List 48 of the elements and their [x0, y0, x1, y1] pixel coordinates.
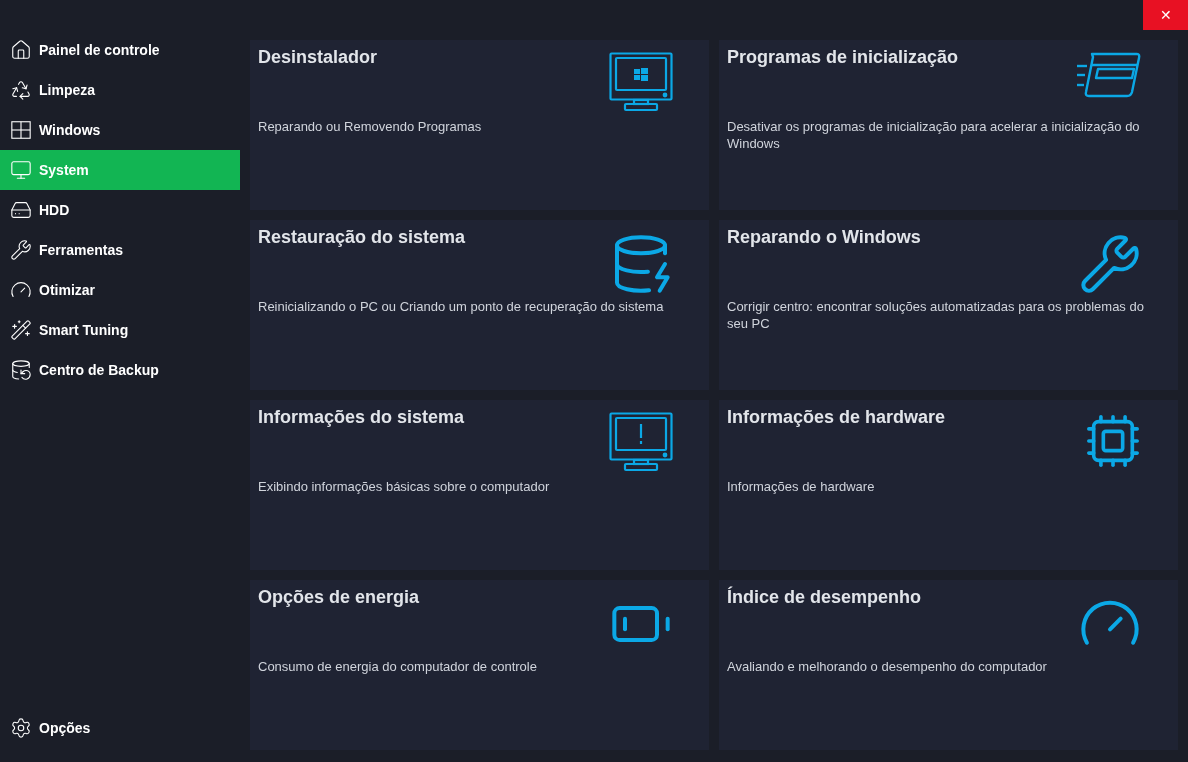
card-description: Exibindo informações básicas sobre o computador	[258, 478, 551, 495]
sidebar-item[interactable]: Ferramentas	[0, 230, 240, 270]
tool-card[interactable]: Restauração do sistema Reinicializando o PC ou Criando um ponto de recuperação do sistema	[250, 220, 709, 390]
sidebar-item[interactable]: Centro de Backup	[0, 350, 240, 390]
settings-icon	[10, 717, 32, 739]
wrench-icon	[1078, 232, 1142, 296]
fast-window-icon	[1076, 52, 1142, 98]
monitor-warning-icon	[609, 412, 673, 474]
database-icon	[10, 359, 32, 381]
card-title: Informações de hardware	[727, 406, 947, 428]
sidebar-item[interactable]: Opções	[0, 708, 240, 748]
hard-drive-icon	[10, 199, 32, 221]
card-title: Reparando o Windows	[727, 226, 922, 248]
card-title: Opções de energia	[258, 586, 421, 608]
card-description: Consumo de energia do computador de controle	[258, 658, 538, 675]
tool-card[interactable]: Programas de inicialização Desativar os programas de inicialização para acelerar a inicialização do Windows	[719, 40, 1178, 210]
card-description: Reparando ou Removendo Programas	[258, 118, 483, 135]
card-title: Desinstalador	[258, 46, 379, 68]
monitor-icon	[609, 52, 673, 114]
card-title: Informações do sistema	[258, 406, 466, 428]
monitor-icon	[10, 159, 32, 181]
tool-card[interactable]: Informações do sistema Exibindo informações básicas sobre o computador	[250, 400, 709, 570]
tool-card[interactable]: Índice de desempenho Avaliando e melhorando o desempenho do computador	[719, 580, 1178, 750]
tool-card[interactable]: Desinstalador Reparando ou Removendo Programas	[250, 40, 709, 210]
card-description: Desativar os programas de inicialização para acelerar a inicialização do Windows	[727, 118, 1141, 152]
card-title: Índice de desempenho	[727, 585, 923, 608]
sidebar-item[interactable]: Limpeza	[0, 70, 240, 110]
card-description: Avaliando e melhorando o desempenho do computador	[727, 658, 1048, 675]
sidebar-item[interactable]: HDD	[0, 190, 240, 230]
wrench-icon	[10, 239, 32, 261]
sidebar-item[interactable]: Otimizar	[0, 270, 240, 310]
card-title: Programas de inicialização	[727, 46, 960, 68]
close-button[interactable]: ✕	[1143, 0, 1188, 30]
sidebar-item[interactable]: Windows	[0, 110, 240, 150]
card-title: Restauração do sistema	[258, 226, 467, 248]
window-grid-icon	[10, 119, 32, 141]
magic-wand-icon	[10, 319, 32, 341]
circuit-board-icon	[1084, 412, 1142, 470]
card-description: Informações de hardware	[727, 478, 876, 495]
card-description: Reinicializando o PC ou Criando um ponto de recuperação do sistema	[258, 298, 665, 315]
sidebar-item[interactable]: Smart Tuning	[0, 310, 240, 350]
recycle-icon	[10, 79, 32, 101]
tool-card[interactable]: Informações de hardware Informações de hardware	[719, 400, 1178, 570]
house-icon	[10, 39, 32, 61]
tool-card[interactable]: Reparando o Windows Corrigir centro: encontrar soluções automatizadas para os problemas do seu PC	[719, 220, 1178, 390]
card-description: Corrigir centro: encontrar soluções automatizadas para os problemas do seu PC	[727, 298, 1145, 332]
tool-card[interactable]: Opções de energia Consumo de energia do computador de controle	[250, 580, 709, 750]
sidebar-item[interactable]: Painel de controle	[0, 30, 240, 70]
